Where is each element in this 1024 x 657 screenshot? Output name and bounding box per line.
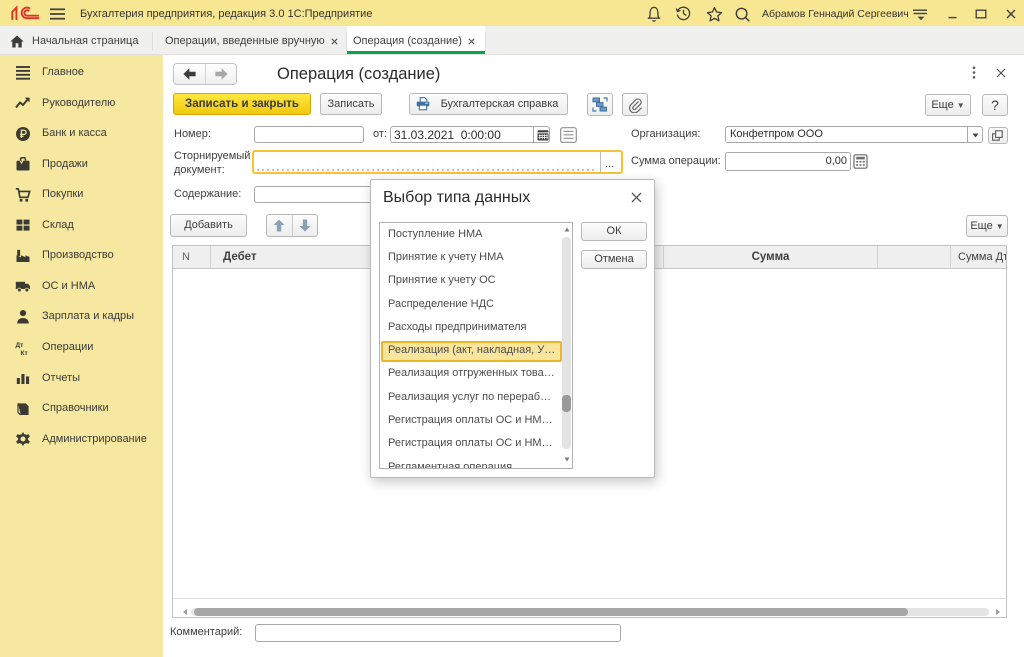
svg-text:Кт: Кт	[21, 349, 28, 355]
svg-text:Дт: Дт	[16, 341, 24, 348]
